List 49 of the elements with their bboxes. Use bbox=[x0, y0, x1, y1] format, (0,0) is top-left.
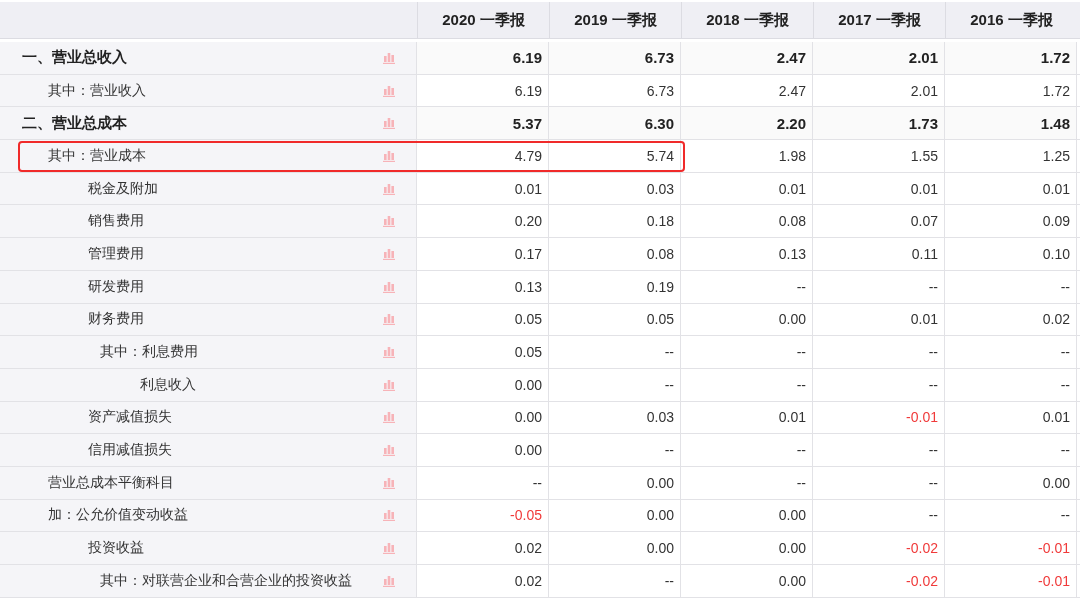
table-cell: 2.01 bbox=[813, 42, 945, 74]
row-label: 管理费用 bbox=[88, 244, 144, 263]
bar-chart-icon[interactable] bbox=[382, 542, 396, 555]
bar-chart-icon[interactable] bbox=[382, 444, 396, 457]
row-label: 加：公允价值变动收益 bbox=[48, 506, 188, 525]
bar-chart-icon[interactable] bbox=[382, 280, 396, 293]
table-cell: 2.20 bbox=[681, 107, 813, 140]
column-header: 2020 一季报 bbox=[417, 2, 549, 38]
bar-chart-icon[interactable] bbox=[382, 117, 396, 130]
bar-chart-icon[interactable] bbox=[382, 509, 396, 522]
row-label: 一、营业总收入 bbox=[22, 48, 127, 68]
bar-chart-icon[interactable] bbox=[382, 411, 396, 424]
column-header: 2017 一季报 bbox=[813, 2, 945, 38]
table-cell: 1.72 bbox=[945, 42, 1077, 74]
row-label: 信用减值损失 bbox=[88, 441, 172, 460]
row-label: 税金及附加 bbox=[88, 179, 158, 198]
table-cell: 2.47 bbox=[681, 42, 813, 74]
row-label: 营业总成本平衡科目 bbox=[48, 473, 174, 492]
bar-chart-icon[interactable] bbox=[382, 476, 396, 489]
row-label: 销售费用 bbox=[88, 212, 144, 231]
bar-chart-icon[interactable] bbox=[382, 149, 396, 162]
table-cell: 1.73 bbox=[813, 107, 945, 140]
row-label: 二、营业总成本 bbox=[22, 113, 127, 133]
row-label: 资产减值损失 bbox=[88, 408, 172, 427]
column-header: 2019 一季报 bbox=[549, 2, 681, 38]
table-cell: 6.19 bbox=[417, 42, 549, 74]
table-cell: 6.30 bbox=[549, 107, 681, 140]
row-label: 其中：利息费用 bbox=[100, 343, 198, 362]
table-cell: 6.73 bbox=[549, 42, 681, 74]
bar-chart-icon[interactable] bbox=[382, 182, 396, 195]
column-header: 2018 一季报 bbox=[681, 2, 813, 38]
row-label: 其中：营业成本 bbox=[48, 146, 146, 165]
table-cell: 1.48 bbox=[945, 107, 1077, 140]
column-header: 2016 一季报 bbox=[945, 2, 1077, 38]
row-label: 财务费用 bbox=[88, 310, 144, 329]
row-label: 其中：对联营企业和合营企业的投资收益 bbox=[100, 571, 352, 590]
bar-chart-icon[interactable] bbox=[382, 84, 396, 97]
bar-chart-icon[interactable] bbox=[382, 313, 396, 326]
bar-chart-icon[interactable] bbox=[382, 51, 396, 64]
row-label: 利息收入 bbox=[140, 375, 196, 394]
table-cell: 5.37 bbox=[417, 107, 549, 140]
bar-chart-icon[interactable] bbox=[382, 346, 396, 359]
row-label: 投资收益 bbox=[88, 539, 144, 558]
bar-chart-icon[interactable] bbox=[382, 247, 396, 260]
bar-chart-icon[interactable] bbox=[382, 574, 396, 587]
row-label: 其中：营业收入 bbox=[48, 81, 146, 100]
row-label: 研发费用 bbox=[88, 277, 144, 296]
bar-chart-icon[interactable] bbox=[382, 378, 396, 391]
bar-chart-icon[interactable] bbox=[382, 215, 396, 228]
